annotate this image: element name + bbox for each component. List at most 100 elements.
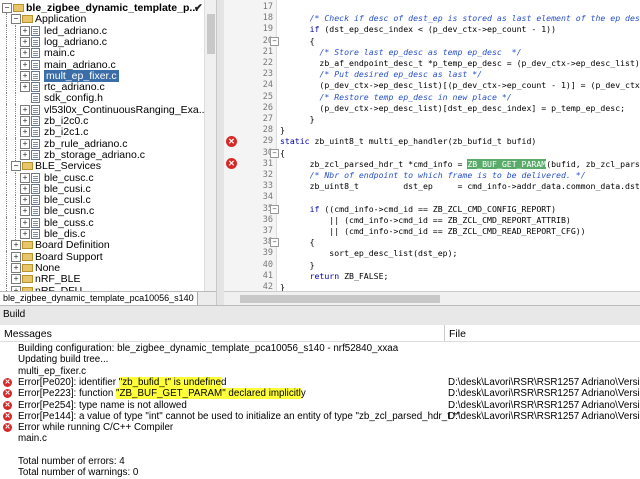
tree-guide-line: [15, 182, 17, 195]
message-file-path[interactable]: D:\desk\Lavori\RSR\RSR1257 Adriano\Versi…: [448, 377, 640, 388]
info-message[interactable]: Total number of warnings: 0: [18, 467, 138, 478]
expand-icon[interactable]: +: [20, 138, 30, 149]
file-column-header[interactable]: File: [449, 328, 466, 340]
tree-item[interactable]: + rtc_adriano.c: [0, 81, 204, 94]
tree-item[interactable]: + vl53l0x_ContinuousRanging_Exa...: [0, 103, 207, 116]
expand-icon[interactable]: +: [20, 116, 30, 126]
tree-guide-line: [6, 228, 8, 240]
tree-item[interactable]: + ble_dis.c: [0, 228, 204, 240]
expand-icon[interactable]: +: [20, 127, 30, 138]
tree-item[interactable]: + zb_storage_adriano.c: [0, 148, 204, 161]
error-marker-icon[interactable]: ✕: [226, 158, 237, 170]
collapse-icon[interactable]: −: [11, 14, 21, 25]
tree-guide-line: [6, 239, 8, 252]
expand-icon[interactable]: +: [11, 251, 21, 262]
folder-icon: [22, 263, 33, 272]
tree-item[interactable]: + zb_i2c0.c: [0, 115, 204, 127]
tree-item-label: ble_cusc.c: [44, 171, 94, 184]
collapse-icon[interactable]: −: [11, 161, 21, 172]
expand-icon[interactable]: +: [20, 70, 30, 81]
line-number: 31: [262, 158, 273, 169]
tree-item[interactable]: + nRF_BLE: [0, 273, 204, 286]
code-token: /* Put desired ep_desc as last */: [319, 69, 483, 80]
tree-item[interactable]: − Application: [0, 13, 204, 26]
tree-item[interactable]: + log_adriano.c: [0, 35, 204, 48]
code-line: {: [280, 236, 315, 248]
column-divider[interactable]: [444, 325, 445, 341]
code-token: (p_dev_ctx->ep_desc_list)[dst_ep_desc_in…: [280, 102, 626, 113]
tree-item[interactable]: − ble_zigbee_dynamic_template_p... ✔: [0, 2, 204, 14]
tree-item[interactable]: + ble_cuss.c: [0, 216, 204, 229]
tree-scrollbar-thumb[interactable]: [207, 14, 215, 54]
tab-workspace[interactable]: ble_zigbee_dynamic_template_pca10056_s14…: [0, 292, 198, 305]
messages-column-header[interactable]: Messages: [4, 328, 52, 340]
tree-item[interactable]: + main.c: [0, 47, 204, 60]
expand-icon[interactable]: +: [20, 36, 30, 47]
expand-icon[interactable]: +: [20, 48, 30, 59]
fold-toggle-icon[interactable]: −: [270, 238, 279, 248]
tree-item[interactable]: + main_adriano.c: [0, 58, 204, 71]
message-file-path[interactable]: D:\desk\Lavori\RSR\RSR1257 Adriano\Versi…: [448, 411, 640, 422]
expand-icon[interactable]: +: [20, 104, 30, 115]
expand-icon[interactable]: +: [11, 274, 21, 285]
collapse-icon[interactable]: −: [2, 3, 12, 13]
project-tree: − ble_zigbee_dynamic_template_p... ✔ − Appli…: [0, 0, 216, 291]
tree-item[interactable]: − BLE_Services: [0, 160, 204, 173]
fold-toggle-icon[interactable]: −: [270, 148, 279, 158]
file-icon: [31, 82, 40, 93]
code-editor[interactable]: /* Check if desc of dest_ep is stored as…: [280, 0, 640, 291]
message-file-path[interactable]: D:\desk\Lavori\RSR\RSR1257 Adriano\Versi…: [448, 388, 640, 399]
tree-item[interactable]: + zb_rule_adriano.c: [0, 137, 204, 150]
editor-horizontal-scrollbar[interactable]: [224, 291, 640, 306]
info-message[interactable]: Building configuration: ble_zigbee_dynam…: [18, 343, 398, 354]
message-file-path[interactable]: D:\desk\Lavori\RSR\RSR1257 Adriano\Versi…: [448, 400, 640, 411]
tree-item-label: ble_cuss.c: [44, 216, 94, 229]
tree-guide-line: [15, 148, 17, 161]
expand-icon[interactable]: +: [20, 217, 30, 228]
error-message[interactable]: Error[Pe223]: function "ZB_BUF_GET_PARAM…: [18, 388, 306, 400]
info-message[interactable]: main.c: [18, 433, 47, 444]
tree-item[interactable]: + ble_cusn.c: [0, 205, 204, 218]
error-message[interactable]: Error while running C/C++ Compiler: [18, 422, 173, 433]
tree-item[interactable]: + mult_ep_fixer.c: [0, 69, 204, 82]
code-line: }: [280, 259, 315, 271]
tree-item[interactable]: + ble_cusi.c: [0, 182, 204, 195]
expand-icon[interactable]: +: [20, 206, 30, 217]
editor-scrollbar-thumb[interactable]: [240, 295, 440, 303]
fold-toggle-icon[interactable]: −: [270, 36, 279, 46]
tree-item-label: rtc_adriano.c: [44, 81, 105, 94]
expand-icon[interactable]: +: [11, 262, 21, 273]
info-message[interactable]: Total number of errors: 4: [18, 456, 125, 467]
info-message[interactable]: Updating build tree...: [18, 354, 108, 365]
tree-item[interactable]: + Board Definition: [0, 239, 204, 252]
expand-icon[interactable]: +: [20, 25, 30, 36]
expand-icon[interactable]: +: [20, 229, 30, 239]
expand-icon[interactable]: +: [20, 82, 30, 93]
tree-guide-line: [6, 69, 8, 82]
tree-item[interactable]: + ble_cusc.c: [0, 171, 204, 184]
expand-icon[interactable]: +: [20, 183, 30, 194]
fold-toggle-icon[interactable]: −: [270, 204, 279, 214]
expand-icon[interactable]: +: [20, 195, 30, 206]
expand-icon[interactable]: +: [20, 59, 30, 70]
error-message[interactable]: Error[Pe144]: a value of type "int" cann…: [18, 411, 460, 422]
expand-icon[interactable]: +: [20, 172, 30, 183]
code-token: || (cmd_info->cmd_id == ZB_ZCL_CMD_READ_…: [280, 226, 586, 236]
tree-guide-line: [15, 216, 17, 229]
tree-guide-line: [15, 137, 17, 150]
tree-item[interactable]: + ble_cusl.c: [0, 194, 204, 207]
code-line: (p_dev_ctx->ep_desc_list)[(p_dev_ctx->ep…: [280, 79, 640, 91]
error-message[interactable]: Error[Pe254]: type name is not allowed: [18, 400, 187, 411]
expand-icon[interactable]: +: [20, 149, 30, 160]
code-token: }: [280, 114, 315, 124]
error-message[interactable]: Error[Pe020]: identifier "zb_bufid_t" is…: [18, 376, 226, 388]
tree-item[interactable]: + None: [0, 261, 204, 274]
expand-icon[interactable]: +: [11, 240, 21, 251]
tree-item[interactable]: sdk_config.h: [0, 92, 204, 105]
tree-item[interactable]: + zb_i2c1.c: [0, 126, 204, 139]
tree-item[interactable]: + Board Support: [0, 250, 204, 263]
tree-item-label: Board Definition: [35, 239, 110, 252]
error-marker-icon[interactable]: ✕: [226, 135, 237, 147]
info-message[interactable]: multi_ep_fixer.c: [18, 366, 86, 377]
tree-item[interactable]: + led_adriano.c: [0, 24, 204, 37]
